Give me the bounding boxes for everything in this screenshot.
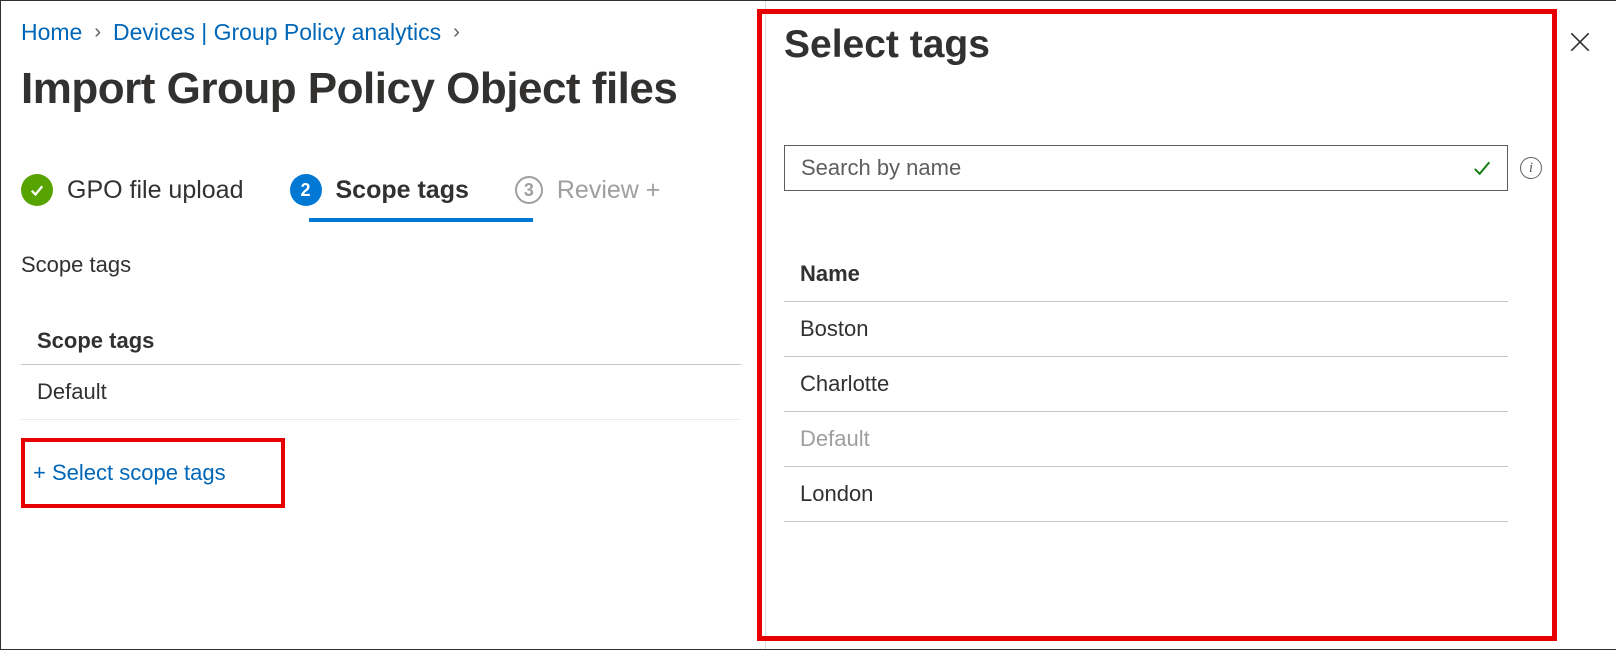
breadcrumb: Home › Devices | Group Policy analytics …: [21, 19, 741, 46]
select-scope-tags-highlight: + Select scope tags: [21, 438, 285, 508]
wizard-steps: GPO file upload 2 Scope tags 3 Review +: [21, 174, 741, 206]
wizard-step-label: Scope tags: [336, 176, 469, 205]
scope-tags-table: Scope tags Default: [21, 318, 741, 420]
section-heading: Scope tags: [21, 252, 741, 278]
active-step-underline: [309, 218, 533, 222]
chevron-right-icon: ›: [453, 21, 460, 44]
wizard-step-scope-tags[interactable]: 2 Scope tags: [290, 174, 469, 206]
step-number-icon: 3: [515, 176, 543, 204]
wizard-step-label: GPO file upload: [67, 176, 244, 205]
close-icon: [1567, 29, 1593, 55]
table-row[interactable]: Default: [21, 365, 741, 420]
wizard-step-gpo-upload[interactable]: GPO file upload: [21, 174, 244, 206]
step-number-icon: 2: [290, 174, 322, 206]
breadcrumb-devices[interactable]: Devices | Group Policy analytics: [113, 19, 441, 46]
page-title: Import Group Policy Object files: [21, 64, 741, 114]
wizard-step-label: Review +: [557, 176, 661, 205]
wizard-step-review[interactable]: 3 Review +: [515, 176, 661, 205]
flyout-highlight-border: [757, 9, 1557, 641]
close-button[interactable]: [1561, 23, 1599, 66]
breadcrumb-home[interactable]: Home: [21, 19, 82, 46]
main-panel: Home › Devices | Group Policy analytics …: [1, 1, 761, 649]
chevron-right-icon: ›: [94, 21, 101, 44]
column-header-scope-tags[interactable]: Scope tags: [21, 318, 741, 365]
check-icon: [21, 174, 53, 206]
select-scope-tags-link[interactable]: + Select scope tags: [33, 460, 226, 485]
